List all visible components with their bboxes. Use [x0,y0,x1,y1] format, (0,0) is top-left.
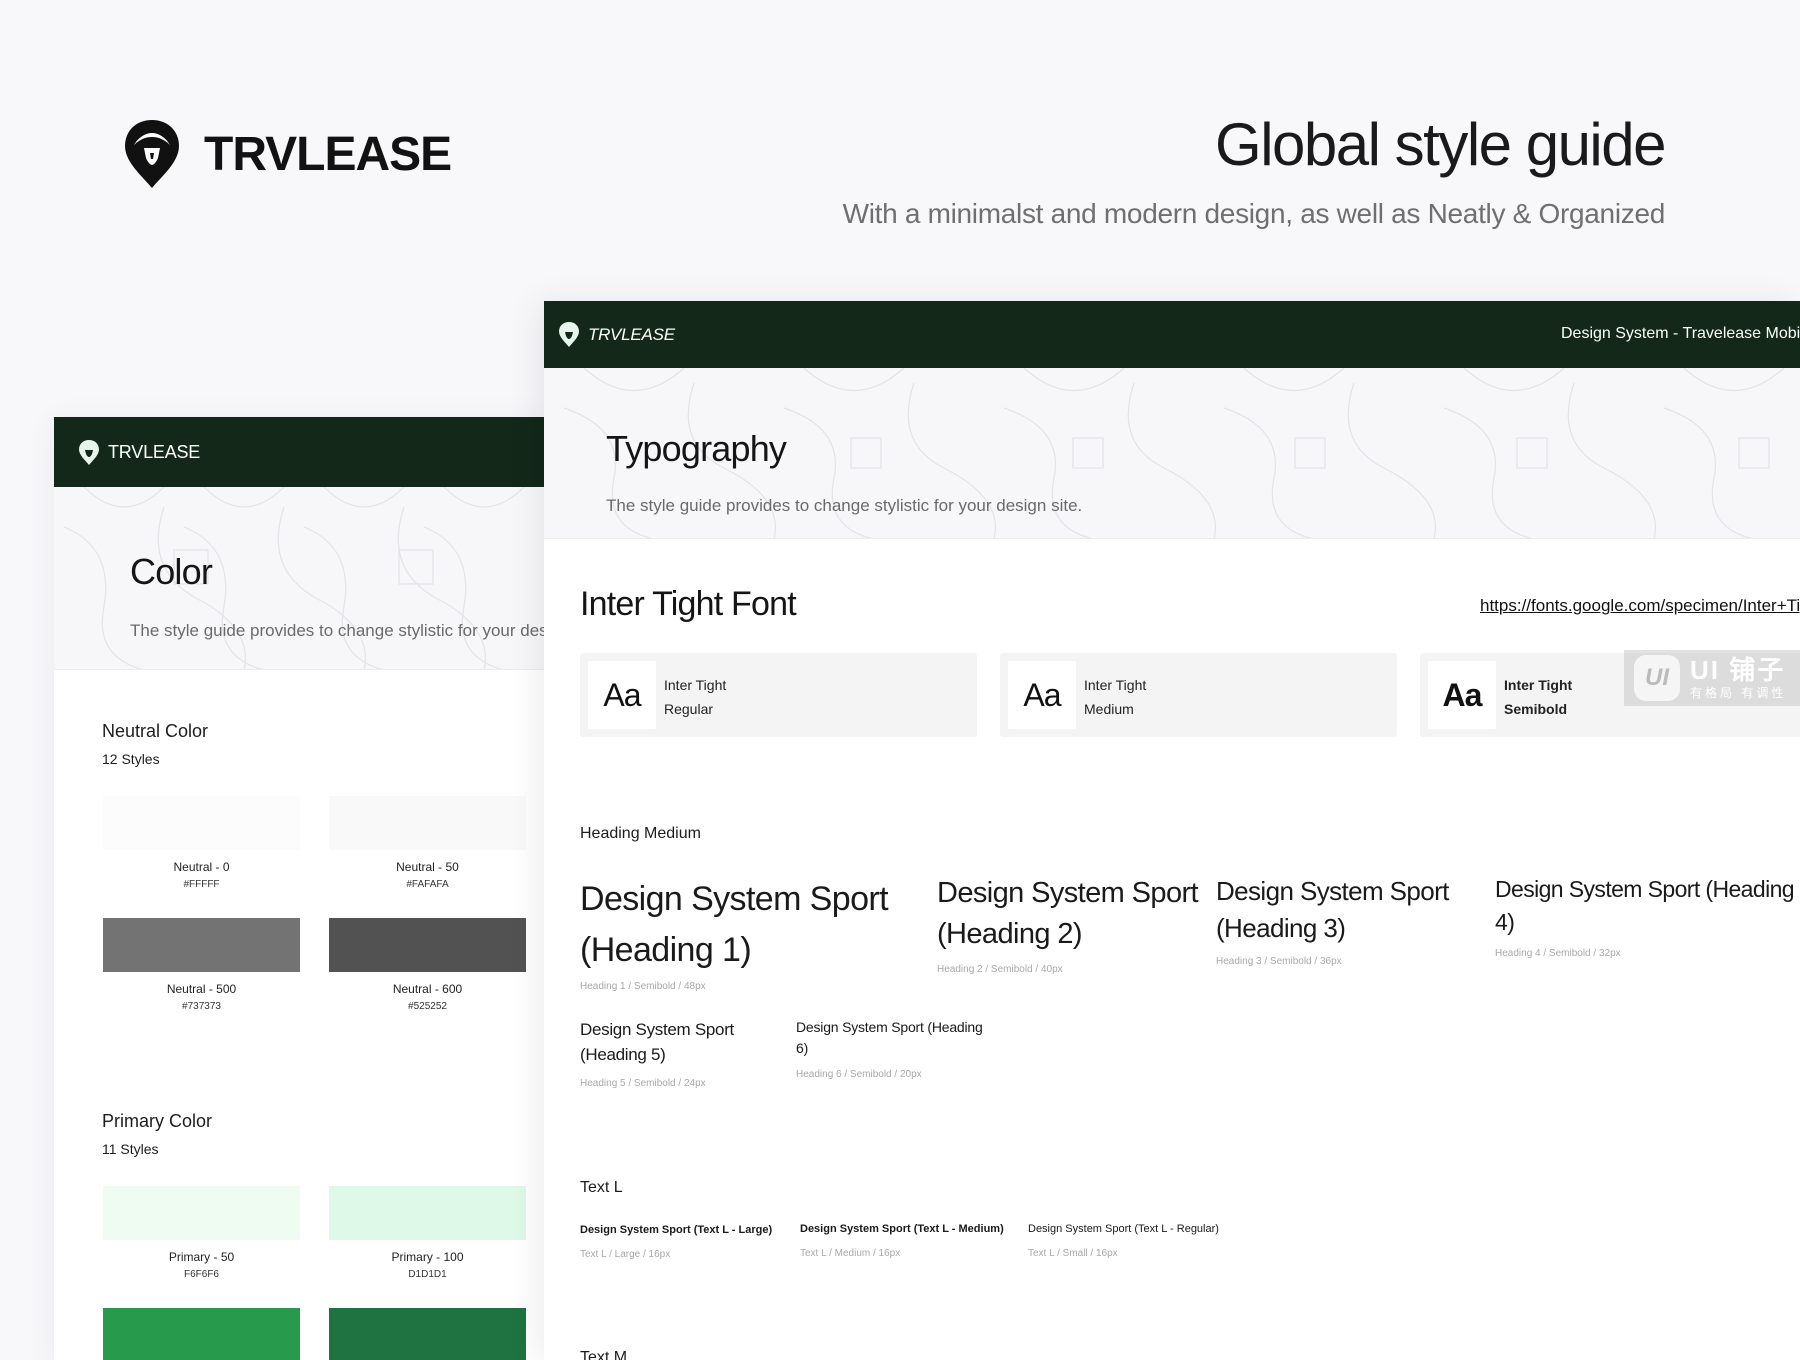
text-l-label: Text L [580,1179,623,1196]
font-weight-card-regular: Aa Inter Tight Regular [580,653,977,737]
heading-1-meta: Heading 1 / Semibold / 48px [580,981,706,992]
watermark: UI UI 铺子 有格局 有调性 [1624,650,1800,706]
swatch-name: Neutral - 50 [396,860,459,874]
page-subtitle: With a minimalst and modern design, as w… [842,198,1666,229]
heading-4-meta: Heading 4 / Semibold / 32px [1495,948,1621,959]
font-weight-name: Medium [1084,701,1134,717]
decorative-pattern: Typography The style guide provides to c… [544,368,1800,539]
swatch-hex: #FAFAFA [406,879,449,890]
watermark-subtitle: 有格局 有调性 [1690,685,1787,700]
neutral-color-title: Neutral Color [102,721,209,741]
font-family-label: Inter Tight [1084,677,1147,693]
header-brand: TRVLEASE [588,324,675,344]
swatch-primary-600 [329,1308,526,1360]
brand-name: TRVLEASE [204,127,452,181]
typography-card-header: TRVLEASE Design System - Travelease Mobi… [544,301,1800,368]
heading-6-meta: Heading 6 / Semibold / 20px [796,1069,922,1080]
text-l-regular-meta: Text L / Small / 16px [1028,1248,1118,1259]
location-pin-icon [559,322,579,347]
color-card: TRVLEASE Color The style guide provides … [54,417,554,1360]
font-sample: Aa [1008,661,1076,729]
swatch-hex: F6F6F6 [183,1269,219,1280]
swatch-name: Primary - 50 [168,1250,235,1264]
swatch-neutral-500 [103,918,300,972]
font-family-title: Inter Tight Font [580,585,797,623]
section-title: Typography [606,428,787,469]
font-weight-name: Semibold [1504,701,1568,717]
heading-medium-label: Heading Medium [580,825,701,842]
text-l-medium-sample: Design System Sport (Text L - Medium) [800,1223,1004,1235]
heading-2-sample: Design System Sport (Heading 2) [937,877,1199,950]
heading-1-sample: Design System Sport (Heading 1) [580,880,889,969]
text-l-large-meta: Text L / Large / 16px [580,1249,671,1260]
swatch-neutral-50 [329,796,526,850]
font-weight-label: Inter Tight Regular [664,673,726,721]
heading-3-meta: Heading 3 / Semibold / 36px [1216,956,1342,967]
swatch-primary-500 [103,1308,300,1360]
swatch-name: Neutral - 500 [166,982,237,996]
location-pin-icon [79,439,99,465]
brand-logo: TRVLEASE [122,118,452,190]
heading-5-sample: Design System Sport (Heading 5) [580,1020,734,1064]
text-m-label: Text M [580,1349,628,1360]
font-link[interactable]: https://fonts.google.com/specimen/Inter+… [1480,596,1800,616]
text-l-medium-meta: Text L / Medium / 16px [800,1248,901,1259]
swatch-name: Neutral - 600 [392,982,463,996]
font-family-label: Inter Tight [1504,677,1573,693]
decorative-pattern: Color The style guide provides to change… [54,487,554,670]
text-l-regular-sample: Design System Sport (Text L - Regular) [1028,1223,1219,1235]
font-sample: Aa [1428,661,1496,729]
font-weight-name: Regular [664,701,714,717]
neutral-color-count: 12 Styles [102,751,160,767]
color-card-header: TRVLEASE [54,417,554,487]
page-title: Global style guide [1215,111,1666,178]
section-title: Color [130,551,213,592]
header-brand: TRVLEASE [108,441,201,462]
heading-3-sample: Design System Sport (Heading 3) [1216,876,1449,943]
header-project-title: Design System - Travelease Mobile [1561,325,1800,342]
font-weight-label: Inter Tight Medium [1084,673,1146,721]
swatch-primary-50 [103,1186,300,1240]
text-l-large-sample: Design System Sport (Text L - Large) [580,1224,773,1236]
swatch-hex: #525252 [408,1001,447,1012]
swatch-name: Neutral - 0 [173,860,230,874]
font-sample: Aa [588,661,656,729]
swatch-hex: #FFFFF [183,879,220,890]
section-description: The style guide provides to change styli… [606,496,1083,515]
watermark-title: UI 铺子 [1690,654,1786,685]
section-description: The style guide provides to change styli… [130,621,554,640]
font-weight-card-medium: Aa Inter Tight Medium [1000,653,1397,737]
font-weight-label: Inter Tight Semibold [1504,673,1572,721]
swatch-name: Primary - 100 [391,1250,464,1264]
heading-6-sample: Design System Sport (Heading 6) [796,1019,983,1056]
primary-color-count: 11 Styles [102,1141,159,1157]
swatch-primary-100 [329,1186,526,1240]
heading-2-meta: Heading 2 / Semibold / 40px [937,964,1063,975]
watermark-text: UI 铺子 有格局 有调性 [1690,656,1786,701]
swatch-hex: D1D1D1 [408,1269,447,1280]
heading-5-meta: Heading 5 / Semibold / 24px [580,1078,706,1089]
primary-color-title: Primary Color [102,1111,213,1131]
heading-4-sample: Design System Sport (Heading 4) [1495,876,1795,935]
watermark-badge-icon: UI [1634,655,1680,701]
font-family-label: Inter Tight [664,677,727,693]
swatch-neutral-600 [329,918,526,972]
typography-card: TRVLEASE Design System - Travelease Mobi… [544,301,1800,1360]
swatch-hex: #737373 [182,1001,221,1012]
swatch-neutral-0 [103,796,300,850]
location-pin-icon [125,120,179,188]
